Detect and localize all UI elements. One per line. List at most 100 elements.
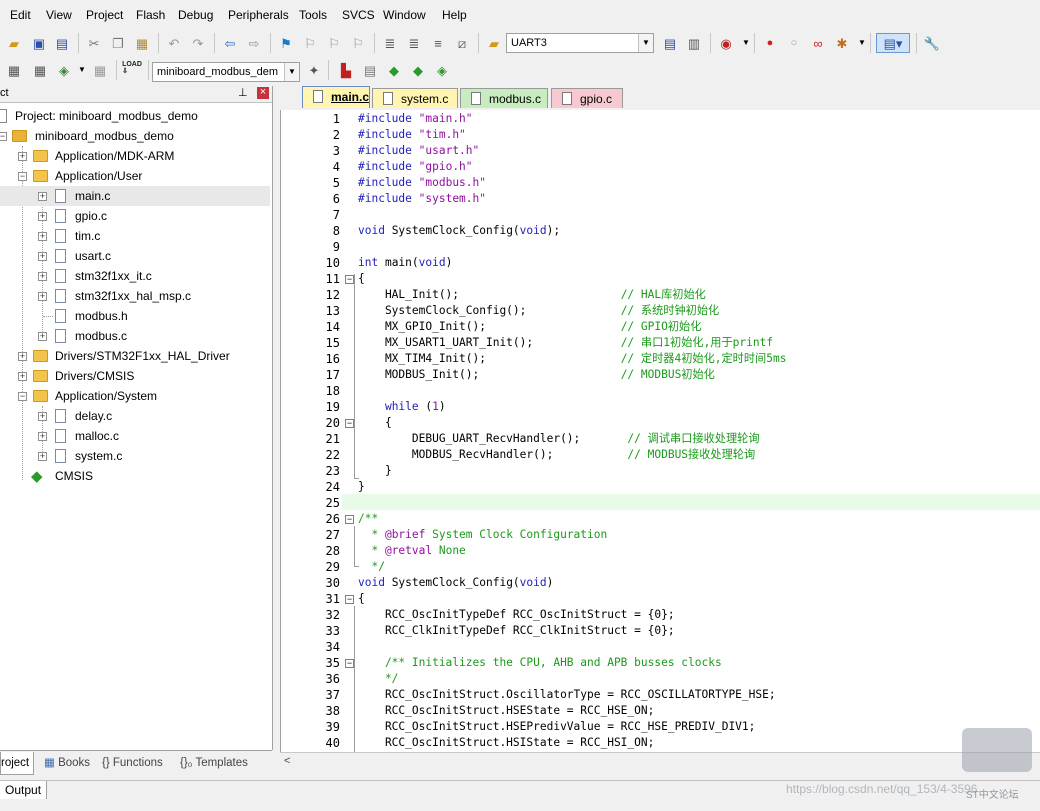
options-for-target-icon[interactable]: ✦ [304, 60, 324, 80]
code-line[interactable]: * @retval None [358, 543, 465, 559]
open-folder-icon[interactable]: ▰ [4, 33, 24, 53]
tab-functions[interactable]: {} Functions [98, 752, 167, 774]
expand-icon[interactable]: + [18, 352, 27, 361]
bookmark-next-icon[interactable]: ⚐ [324, 33, 344, 53]
menu-edit[interactable]: Edit [10, 8, 31, 22]
batch-build-icon[interactable]: ▦ [90, 60, 110, 80]
code-line[interactable]: RCC_OscInitTypeDef RCC_OscInitStruct = {… [358, 607, 675, 623]
manage-books-icon[interactable]: ▤ [360, 60, 380, 80]
select-packs-icon[interactable]: ◈ [432, 60, 452, 80]
fold-toggle[interactable]: − [345, 595, 354, 604]
settings-icon[interactable]: ✱ [832, 33, 852, 53]
tab-main-c[interactable]: main.c [302, 86, 370, 108]
chevron-down-icon[interactable]: ▼ [852, 33, 872, 53]
kill-breakpoints-icon[interactable]: ∞ [808, 33, 828, 53]
fold-toggle[interactable]: − [345, 659, 354, 668]
undo-icon[interactable]: ↶ [164, 33, 184, 53]
expand-icon[interactable]: + [38, 272, 47, 281]
menu-help[interactable]: Help [442, 8, 467, 22]
expand-icon[interactable]: + [38, 232, 47, 241]
code-line[interactable]: SystemClock_Config(); // 系统时钟初始化 [358, 303, 719, 319]
collapse-icon[interactable]: − [0, 132, 7, 141]
expand-icon[interactable]: + [18, 372, 27, 381]
code-line[interactable]: DEBUG_UART_RecvHandler(); // 调试串口接收处理轮询 [358, 431, 760, 447]
menu-flash[interactable]: Flash [136, 8, 165, 22]
code-line[interactable]: RCC_OscInitStruct.HSEState = RCC_HSE_ON; [358, 703, 654, 719]
code-line[interactable]: MODBUS_RecvHandler(); // MODBUS接收处理轮询 [358, 447, 755, 463]
code-line[interactable]: RCC_OscInitStruct.OscillatorType = RCC_O… [358, 687, 776, 703]
fold-toggle[interactable]: − [345, 515, 354, 524]
code-line[interactable]: { [358, 591, 365, 607]
translate-icon[interactable]: ▦ [4, 60, 24, 80]
code-line[interactable]: RCC_ClkInitTypeDef RCC_ClkInitStruct = {… [358, 623, 675, 639]
tab-books[interactable]: ▦ Books [40, 752, 94, 774]
debug-session-icon[interactable]: ◉ [716, 33, 736, 53]
expand-icon[interactable]: + [38, 252, 47, 261]
code-line[interactable]: #include "usart.h" [358, 143, 479, 159]
code-line[interactable]: #include "main.h" [358, 111, 473, 127]
output-title[interactable]: Output [0, 781, 48, 799]
code-line[interactable]: { [358, 415, 392, 431]
expand-icon[interactable]: + [18, 152, 27, 161]
find-combo[interactable]: UART3 ▼ [506, 33, 654, 53]
expand-icon[interactable]: + [38, 292, 47, 301]
code-line[interactable]: #include "system.h" [358, 191, 486, 207]
menu-view[interactable]: View [46, 8, 72, 22]
uncomment-icon[interactable]: ⧄ [452, 33, 472, 53]
expand-icon[interactable]: + [38, 432, 47, 441]
tab-gpio-c[interactable]: gpio.c [551, 88, 623, 108]
chevron-down-icon[interactable]: ▼ [284, 63, 299, 81]
chevron-down-icon[interactable]: ▼ [638, 34, 653, 52]
bookmark-prev-icon[interactable]: ⚐ [300, 33, 320, 53]
code-line[interactable]: * @brief System Clock Configuration [358, 527, 607, 543]
manage-runtime-icon[interactable]: ◆ [384, 60, 404, 80]
menu-project[interactable]: Project [86, 8, 123, 22]
code-line[interactable]: RCC_OscInitStruct.HSEPredivValue = RCC_H… [358, 719, 755, 735]
code-line[interactable]: MX_USART1_UART_Init(); // 串口1初始化,用于print… [358, 335, 773, 351]
comment-icon[interactable]: ≡ [428, 33, 448, 53]
horizontal-scrollbar[interactable]: < [280, 752, 1040, 771]
bookmark-icon[interactable]: ⚑ [276, 33, 296, 53]
incremental-find-icon[interactable]: ▥ [684, 33, 704, 53]
menu-debug[interactable]: Debug [178, 8, 213, 22]
code-line[interactable]: #include "tim.h" [358, 127, 466, 143]
menu-tools[interactable]: Tools [299, 8, 327, 22]
menu-window[interactable]: Window [383, 8, 426, 22]
tree-file-selected[interactable]: + main.c [0, 186, 270, 206]
code-line[interactable]: */ [358, 559, 384, 575]
close-icon[interactable]: × [257, 87, 269, 99]
tab-modbus-c[interactable]: modbus.c [460, 88, 548, 108]
expand-icon[interactable]: + [38, 212, 47, 221]
code-line[interactable]: #include "gpio.h" [358, 159, 473, 175]
code-line[interactable]: while (1) [358, 399, 446, 415]
tab-templates[interactable]: {}₀ Templates [176, 752, 252, 774]
collapse-icon[interactable]: − [18, 392, 27, 401]
save-icon[interactable]: ▣ [29, 33, 49, 53]
chevron-down-icon[interactable]: ▼ [736, 33, 756, 53]
save-all-icon[interactable]: ▤ [52, 33, 72, 53]
manage-project-items-icon[interactable]: ▙ [336, 60, 356, 80]
paste-icon[interactable]: ▦ [132, 33, 152, 53]
code-line[interactable]: MX_TIM4_Init(); // 定时器4初始化,定时时间5ms [358, 351, 787, 367]
code-line[interactable]: /** Initializes the CPU, AHB and APB bus… [358, 655, 722, 671]
bookmark-clear-icon[interactable]: ⚐ [348, 33, 368, 53]
breakpoint-icon[interactable]: ● [760, 33, 780, 53]
menu-peripherals[interactable]: Peripherals [228, 8, 289, 22]
chevron-down-icon[interactable]: ▼ [72, 60, 92, 80]
scroll-left-icon[interactable]: < [284, 755, 290, 767]
code-line[interactable]: void SystemClock_Config(void) [358, 575, 553, 591]
code-line[interactable]: MX_GPIO_Init(); // GPIO初始化 [358, 319, 701, 335]
code-line[interactable]: */ [358, 671, 398, 687]
load-icon[interactable]: LOAD ⇩ [122, 58, 142, 78]
build-icon[interactable]: ▦ [30, 60, 50, 80]
nav-forward-icon[interactable]: ⇨ [244, 33, 264, 53]
window-layout-icon[interactable]: ▤▾ [876, 33, 910, 53]
copy-icon[interactable]: ❐ [108, 33, 128, 53]
rebuild-icon[interactable]: ◈ [54, 60, 74, 80]
redo-icon[interactable]: ↷ [188, 33, 208, 53]
pin-icon[interactable]: ⊥ [238, 86, 248, 99]
code-line[interactable]: HAL_Init(); // HAL库初始化 [358, 287, 706, 303]
find-icon[interactable]: ▤ [660, 33, 680, 53]
fold-toggle[interactable]: − [345, 275, 354, 284]
code-line[interactable]: /** [358, 511, 378, 527]
